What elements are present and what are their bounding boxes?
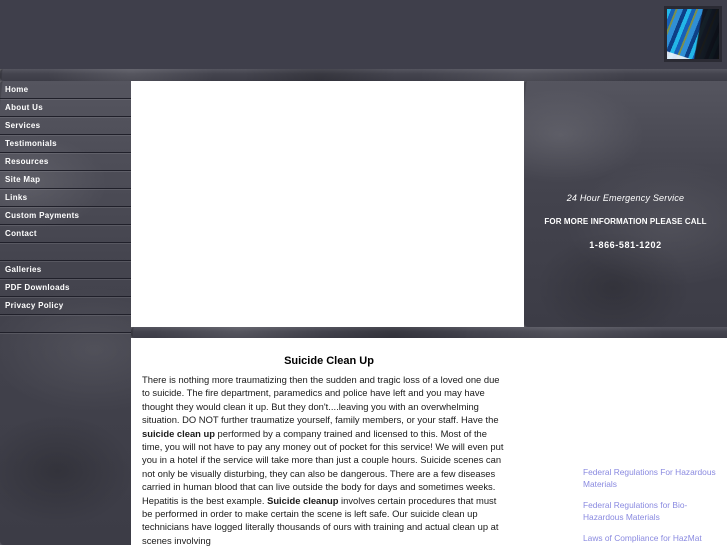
sidebar-item-contact[interactable]: Contact bbox=[0, 225, 131, 243]
article-region: Suicide Clean Up There is nothing more t… bbox=[131, 338, 527, 547]
sidebar-item-testimonials[interactable]: Testimonials bbox=[0, 135, 131, 153]
article-emphasis-1: suicide clean up bbox=[142, 427, 215, 439]
site-header bbox=[0, 0, 727, 69]
brushstroke-artwork-icon bbox=[667, 9, 719, 59]
article-emphasis-2: Suicide cleanup bbox=[267, 494, 339, 506]
sidebar-item-label: PDF Downloads bbox=[5, 283, 70, 292]
article-paragraph-1: There is nothing more traumatizing then … bbox=[142, 374, 500, 426]
sidebar-item-label: Testimonials bbox=[5, 139, 57, 148]
sidebar-item-custom-payments[interactable]: Custom Payments bbox=[0, 207, 131, 225]
sidebar-item-galleries[interactable]: Galleries bbox=[0, 261, 131, 279]
sidebar-item-label: About Us bbox=[5, 103, 43, 112]
page-title: Suicide Clean Up bbox=[284, 355, 374, 367]
sidebar-item-label: Links bbox=[5, 193, 28, 202]
sidebar-item-site-map[interactable]: Site Map bbox=[0, 171, 131, 189]
header-divider-texture bbox=[0, 69, 727, 81]
sidebar-item-resources[interactable]: Resources bbox=[0, 153, 131, 171]
sidebar-spacer bbox=[0, 243, 131, 261]
sidebar-item-pdf-downloads[interactable]: PDF Downloads bbox=[0, 279, 131, 297]
emergency-info-block: 24 Hour Emergency Service FOR MORE INFOR… bbox=[524, 193, 727, 250]
emergency-phone-number[interactable]: 1-866-581-1202 bbox=[524, 240, 727, 250]
sidebar-item-about-us[interactable]: About Us bbox=[0, 99, 131, 117]
sidebar-item-label: Galleries bbox=[5, 265, 42, 274]
sidebar-spacer bbox=[0, 315, 131, 333]
resource-link-federal-hazardous[interactable]: Federal Regulations For Hazardous Materi… bbox=[583, 467, 727, 490]
hero-media-panel bbox=[131, 81, 524, 327]
content-divider-texture bbox=[131, 327, 727, 338]
sidebar-item-label: Custom Payments bbox=[5, 211, 80, 220]
resource-link-federal-bio-hazardous[interactable]: Federal Regulations for Bio-Hazardous Ma… bbox=[583, 500, 727, 523]
sidebar-item-label: Site Map bbox=[5, 175, 41, 184]
sidebar-item-label: Services bbox=[5, 121, 41, 130]
emergency-info-panel: 24 Hour Emergency Service FOR MORE INFOR… bbox=[524, 81, 727, 327]
emergency-tagline: 24 Hour Emergency Service bbox=[566, 193, 685, 203]
sidebar-item-label: Home bbox=[5, 85, 29, 94]
sidebar-item-services[interactable]: Services bbox=[0, 117, 131, 135]
sidebar-item-label: Privacy Policy bbox=[5, 301, 64, 310]
sidebar-item-links[interactable]: Links bbox=[0, 189, 131, 207]
emergency-callout: FOR MORE INFORMATION PLEASE CALL bbox=[544, 217, 707, 226]
sidebar-item-label: Resources bbox=[5, 157, 49, 166]
sidebar-item-privacy-policy[interactable]: Privacy Policy bbox=[0, 297, 131, 315]
sidebar-item-home[interactable]: Home bbox=[0, 81, 131, 99]
resource-link-list: Federal Regulations For Hazardous Materi… bbox=[583, 467, 727, 555]
main-navigation: Home About Us Services Testimonials Reso… bbox=[0, 81, 131, 545]
article-body: There is nothing more traumatizing then … bbox=[131, 373, 527, 547]
site-logo-frame[interactable] bbox=[664, 6, 722, 62]
resource-link-hazmat-compliance[interactable]: Laws of Compliance for HazMat bbox=[583, 533, 727, 545]
sidebar-item-label: Contact bbox=[5, 229, 37, 238]
